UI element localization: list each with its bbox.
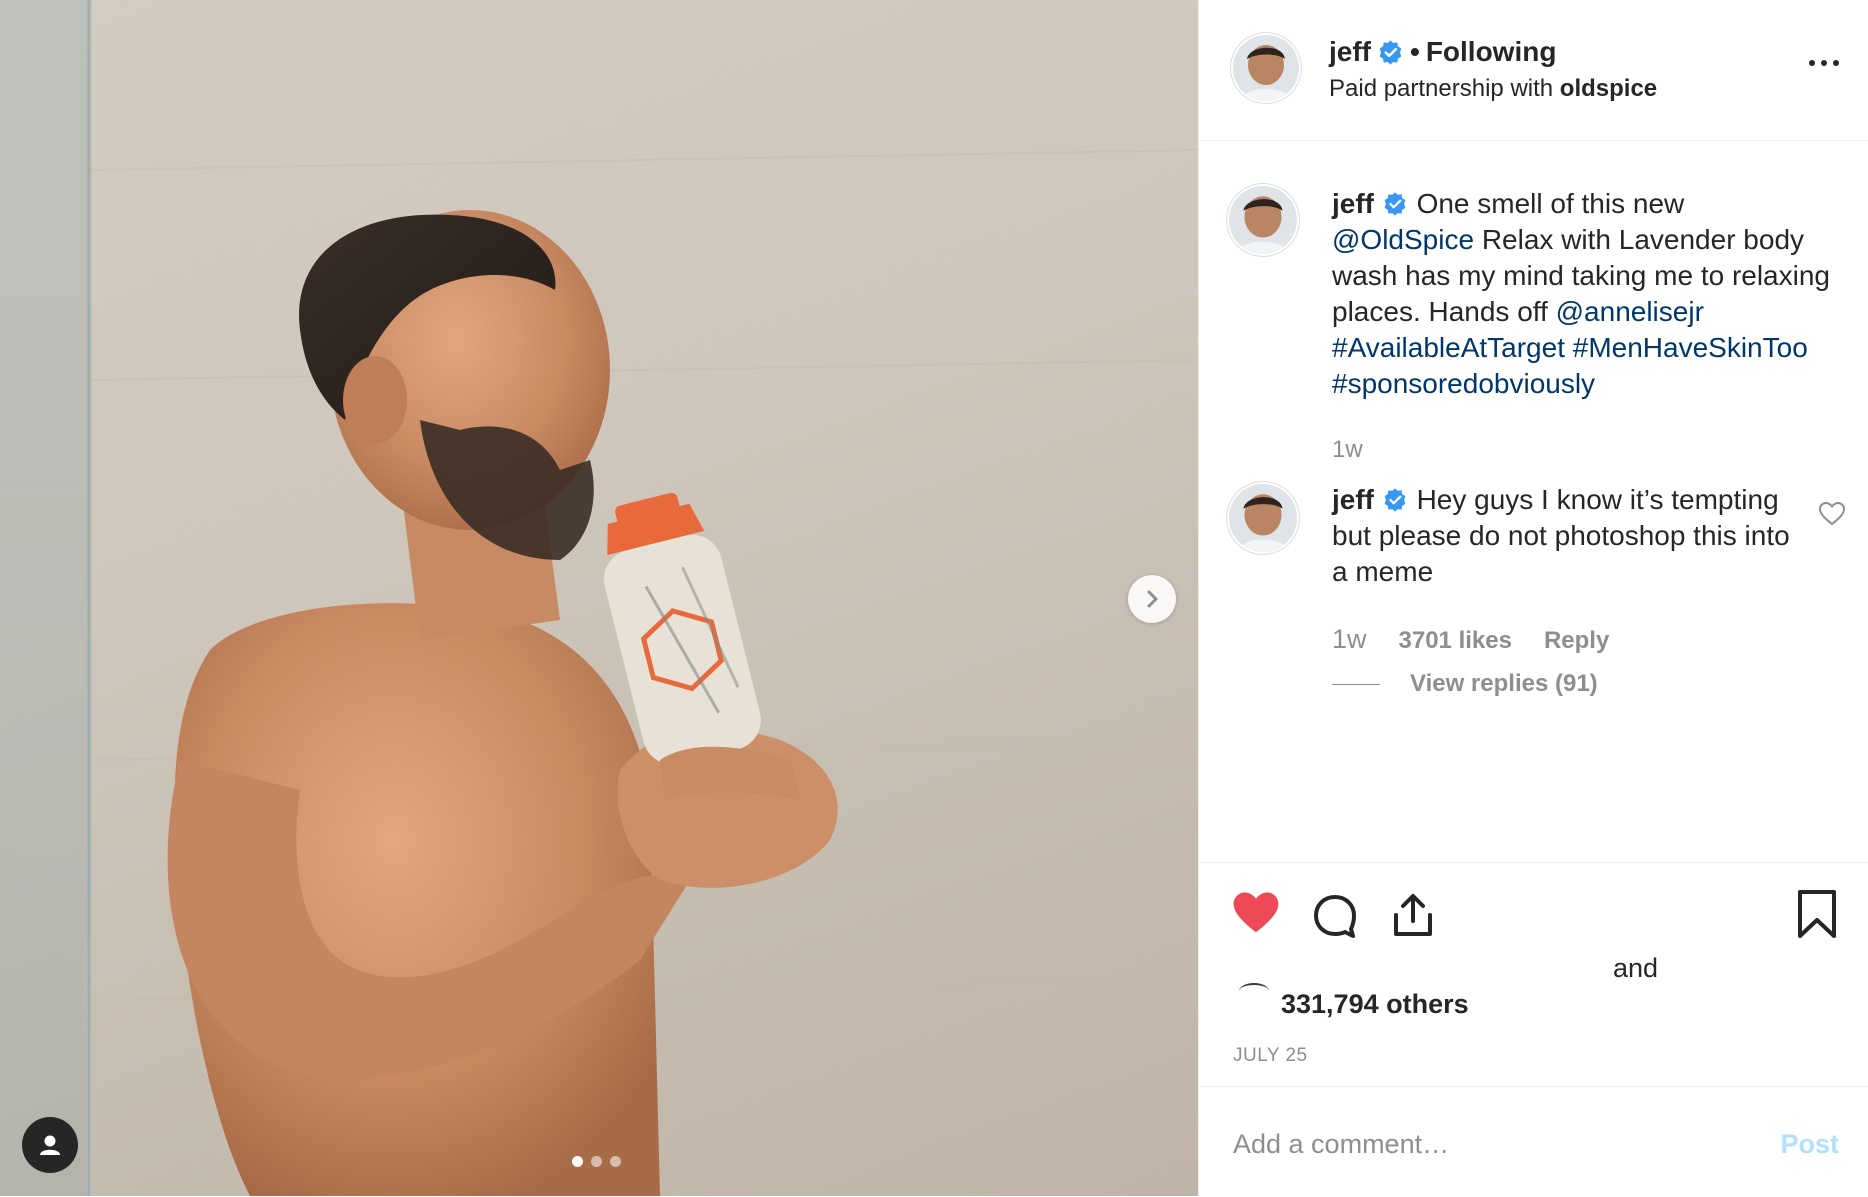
username-link[interactable]: jeff [1329, 36, 1371, 68]
verified-badge-icon [1377, 39, 1404, 66]
like-comment-heart-icon[interactable] [1818, 501, 1846, 531]
photo-scene [89, 149, 1198, 1196]
caption-meta: 1w [1332, 436, 1363, 464]
avatar[interactable] [1229, 484, 1297, 552]
comment-time[interactable]: 1w [1332, 624, 1367, 655]
bookmark-icon[interactable] [1797, 889, 1837, 944]
comment-likes[interactable]: 3701 likes [1399, 627, 1512, 655]
post-date[interactable]: JULY 25 [1233, 1045, 1308, 1067]
view-replies-button[interactable]: View replies (91) [1332, 670, 1598, 698]
share-icon[interactable] [1389, 891, 1437, 939]
comment-username[interactable]: jeff [1332, 484, 1374, 515]
like-heart-icon[interactable] [1231, 891, 1281, 939]
avatar-photo [1233, 35, 1299, 101]
caption-time[interactable]: 1w [1332, 436, 1363, 464]
carousel-dot [572, 1156, 583, 1167]
partnership-line: Paid partnership with oldspice [1329, 75, 1657, 103]
hashtag-link[interactable]: #MenHaveSkinToo [1573, 332, 1808, 363]
verified-badge-icon [1382, 191, 1409, 218]
post-comment-button[interactable]: Post [1780, 1129, 1839, 1160]
partnership-brand-link[interactable]: oldspice [1560, 75, 1657, 102]
view-replies-label: View replies (91) [1410, 670, 1598, 697]
caption-body: One smell of this new @OldSpice Relax wi… [1332, 188, 1830, 399]
liker-avatar-stub [1239, 983, 1269, 999]
verified-badge-icon [1382, 487, 1409, 514]
comment-bubble-icon[interactable] [1311, 891, 1359, 939]
carousel-dot [610, 1156, 621, 1167]
mention-link[interactable]: @OldSpice [1332, 224, 1474, 255]
more-options-icon[interactable] [1809, 60, 1839, 66]
chevron-right-icon [1147, 590, 1158, 608]
comment-meta: 1w 3701 likes Reply [1332, 624, 1609, 655]
likes-and-label: and [1613, 953, 1659, 983]
carousel-dots [572, 1156, 621, 1167]
tagged-users-button[interactable] [22, 1117, 78, 1173]
likes-others-link[interactable]: 331,794 others [1281, 989, 1469, 1020]
caption-text-segment [1565, 332, 1573, 363]
caption-username[interactable]: jeff [1332, 188, 1374, 219]
partnership-prefix: Paid partnership with [1329, 75, 1554, 102]
next-image-button[interactable] [1128, 575, 1176, 623]
hashtag-link[interactable]: #AvailableAtTarget [1332, 332, 1565, 363]
avatar-photo [1229, 484, 1297, 552]
caption-text: jeff One smell of this new @OldSpice Rel… [1332, 186, 1832, 402]
post-user-line: jeff • Following [1329, 36, 1556, 68]
avatar[interactable] [1233, 35, 1299, 101]
carousel-dot [591, 1156, 602, 1167]
reply-button[interactable]: Reply [1544, 627, 1609, 655]
comment-input[interactable] [1231, 1123, 1735, 1165]
caption-text-segment: One smell of this new [1416, 188, 1685, 219]
user-icon [40, 1135, 60, 1155]
post-photo[interactable] [0, 0, 1198, 1196]
separator-dot: • [1410, 36, 1420, 67]
comment-text: jeff Hey guys I know it’s tempting but p… [1332, 482, 1792, 590]
hashtag-link[interactable]: #sponsoredobviously [1332, 368, 1595, 399]
following-button[interactable]: Following [1426, 36, 1557, 68]
comment-form: Post [1199, 1086, 1868, 1197]
avatar[interactable] [1229, 186, 1297, 254]
view-replies-line [1332, 683, 1380, 685]
post-side-panel: jeff • Following Paid partnership with o… [1198, 0, 1868, 1196]
post-actions: and 331,794 others JULY 25 [1199, 862, 1868, 1087]
mention-link[interactable]: @annelisejr [1556, 296, 1704, 327]
post-header: jeff • Following Paid partnership with o… [1199, 0, 1868, 141]
avatar-photo [1229, 186, 1297, 254]
action-icons [1231, 891, 1437, 939]
